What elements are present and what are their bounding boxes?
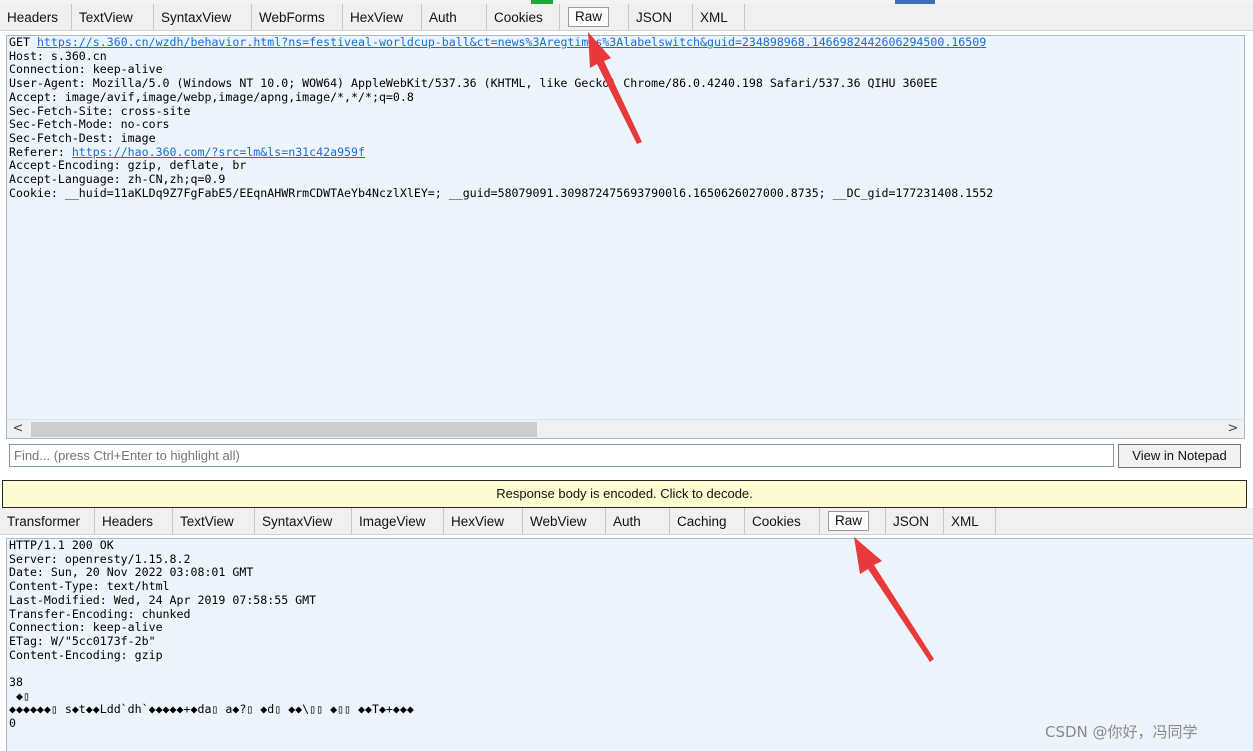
annotation-arrow-top xyxy=(588,32,642,144)
csdn-watermark: CSDN @你好，冯同学 xyxy=(1045,723,1198,741)
scroll-right-icon[interactable]: > xyxy=(1224,421,1242,437)
response-body-binary: ◆▯ xyxy=(9,688,30,703)
tab-bar-filler xyxy=(745,4,1253,30)
response-header-content-type: Content-Type: text/html xyxy=(9,579,170,594)
request-url-link[interactable]: https://s.360.cn/wzdh/behavior.html?ns=f… xyxy=(37,36,986,49)
horizontal-scrollbar[interactable]: < > xyxy=(6,419,1245,439)
response-tab-bar: Transformer Headers TextView SyntaxView … xyxy=(0,508,1253,535)
tab-response-auth[interactable]: Auth xyxy=(606,508,670,534)
scrollbar-thumb[interactable] xyxy=(31,422,537,437)
tab-response-syntaxview[interactable]: SyntaxView xyxy=(255,508,352,534)
tab-response-textview[interactable]: TextView xyxy=(173,508,255,534)
find-input[interactable] xyxy=(9,444,1114,467)
tab-bar-filler xyxy=(996,508,1253,534)
tab-request-auth[interactable]: Auth xyxy=(422,4,487,30)
request-header-accept-encoding: Accept-Encoding: gzip, deflate, br xyxy=(9,158,247,173)
response-header-content-encoding: Content-Encoding: gzip xyxy=(9,647,163,662)
view-in-notepad-button[interactable]: View in Notepad xyxy=(1118,444,1241,468)
tab-request-json[interactable]: JSON xyxy=(629,4,693,30)
tab-response-json[interactable]: JSON xyxy=(886,508,944,534)
tab-response-webview[interactable]: WebView xyxy=(523,508,606,534)
tab-request-headers[interactable]: Headers xyxy=(0,4,72,30)
request-header-cookie: Cookie: __huid=11aKLDq9Z7FgFabE5/EEqnAHW… xyxy=(9,185,994,200)
tab-response-imageview[interactable]: ImageView xyxy=(352,508,444,534)
annotation-arrow-bottom xyxy=(854,537,934,662)
tab-response-caching[interactable]: Caching xyxy=(670,508,745,534)
tab-request-raw[interactable]: Raw xyxy=(560,4,629,30)
response-header-connection: Connection: keep-alive xyxy=(9,620,163,635)
request-tab-bar: Headers TextView SyntaxView WebForms Hex… xyxy=(0,4,1253,31)
scroll-left-icon[interactable]: < xyxy=(9,421,27,437)
response-chunk-size: 38 xyxy=(9,675,23,690)
tab-response-cookies[interactable]: Cookies xyxy=(745,508,820,534)
tab-request-hexview[interactable]: HexView xyxy=(343,4,422,30)
tab-response-transformer[interactable]: Transformer xyxy=(0,508,95,534)
tab-request-xml[interactable]: XML xyxy=(693,4,745,30)
response-header-etag: ETag: W/"5cc0173f-2b" xyxy=(9,633,156,648)
tab-request-cookies[interactable]: Cookies xyxy=(487,4,560,30)
response-status-line: HTTP/1.1 200 OK xyxy=(9,538,114,552)
response-header-date: Date: Sun, 20 Nov 2022 03:08:01 GMT xyxy=(9,565,254,580)
response-header-last-modified: Last-Modified: Wed, 24 Apr 2019 07:58:55… xyxy=(9,592,317,607)
response-header-transfer-encoding: Transfer-Encoding: chunked xyxy=(9,606,191,621)
request-header-accept-language: Accept-Language: zh-CN,zh;q=0.9 xyxy=(9,172,226,187)
tab-request-webforms[interactable]: WebForms xyxy=(252,4,343,30)
response-header-server: Server: openresty/1.15.8.2 xyxy=(9,551,191,566)
tab-response-xml[interactable]: XML xyxy=(944,508,996,534)
tab-request-syntaxview[interactable]: SyntaxView xyxy=(154,4,252,30)
tab-response-headers[interactable]: Headers xyxy=(95,508,173,534)
tab-response-hexview[interactable]: HexView xyxy=(444,508,523,534)
response-body-binary: ◆◆◆◆◆◆▯ s◆t◆◆Ldd`dh`◆◆◆◆◆+◆da▯ a◆?▯ ◆d▯ … xyxy=(9,702,414,717)
referer-url-link[interactable]: https://hao.360.com/?src=lm&ls=n31c42a95… xyxy=(72,145,365,159)
tab-request-textview[interactable]: TextView xyxy=(72,4,154,30)
decode-notice-bar[interactable]: Response body is encoded. Click to decod… xyxy=(2,480,1247,508)
request-header-referer: Referer: https://hao.360.com/?src=lm&ls=… xyxy=(9,144,365,159)
response-raw-text-area[interactable]: HTTP/1.1 200 OK Server: openresty/1.15.8… xyxy=(6,538,1253,751)
tab-response-raw[interactable]: Raw xyxy=(820,508,886,534)
